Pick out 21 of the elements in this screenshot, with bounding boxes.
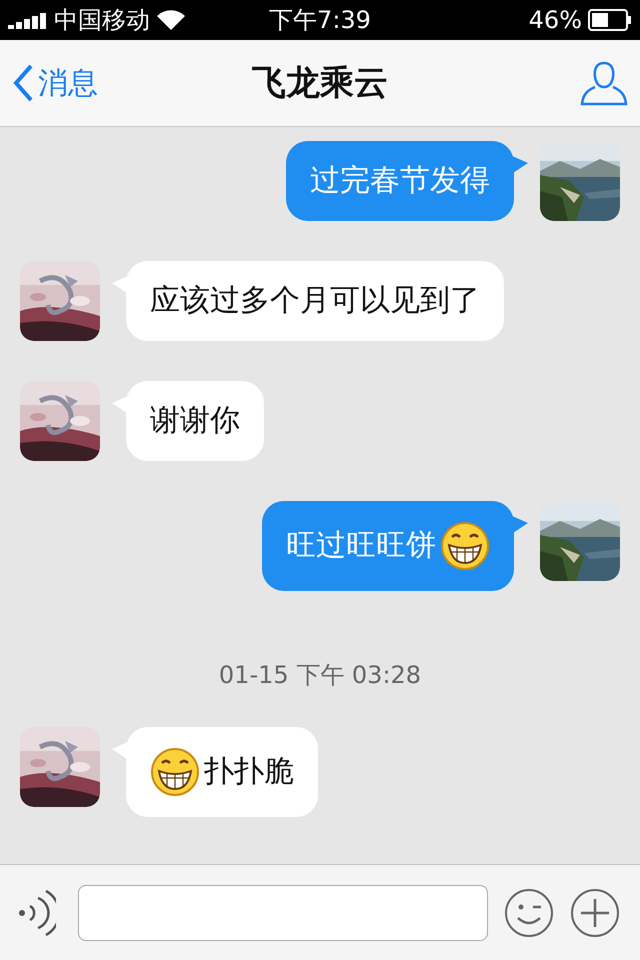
timestamp: 01-15 下午 03:28 (218, 660, 422, 691)
grin-emoji-icon (150, 747, 200, 797)
person-icon[interactable] (580, 60, 628, 106)
back-button[interactable]: 消息 (12, 62, 252, 104)
status-time: 下午7:39 (269, 6, 371, 34)
message-text: 过完春节发得 (310, 162, 490, 200)
grin-emoji-icon (440, 521, 490, 571)
signal-icon (8, 11, 48, 29)
message-text: 旺过旺旺饼 (286, 527, 436, 565)
carrier-name: 中国移动 (54, 5, 150, 36)
message-text: 应该过多个月可以见到了 (150, 282, 480, 320)
battery-icon (588, 9, 632, 31)
message-input[interactable] (78, 884, 488, 940)
wifi-icon (156, 9, 186, 31)
battery-percent: 46% (528, 6, 582, 34)
chevron-icon (12, 64, 34, 102)
chat-title: 飞龙乘云 (252, 62, 388, 105)
plus-icon[interactable] (570, 888, 620, 938)
smiley-icon[interactable] (504, 888, 554, 938)
message-text: 扑扑脆 (204, 753, 294, 791)
message-text: 谢谢你 (150, 402, 240, 440)
